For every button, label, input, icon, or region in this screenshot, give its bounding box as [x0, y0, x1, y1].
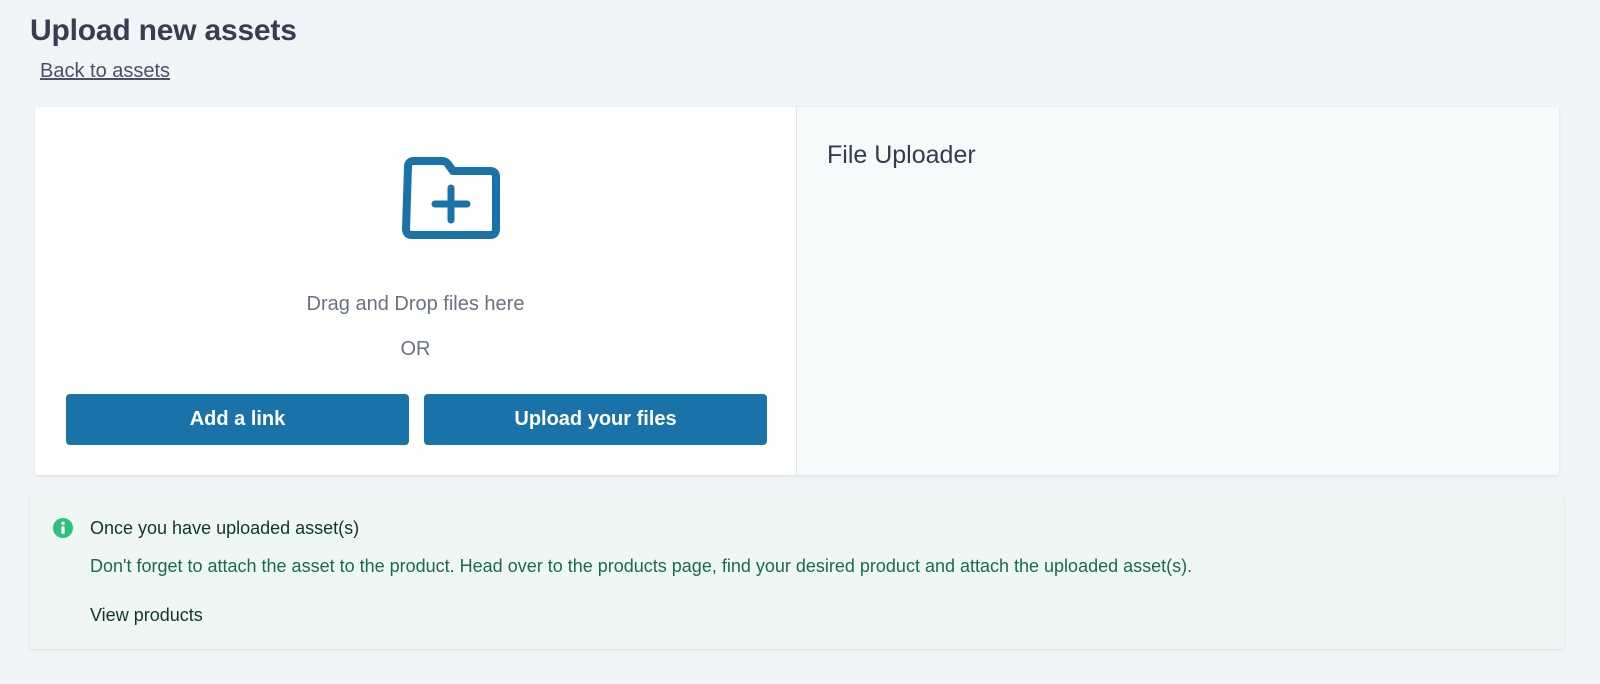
upload-assets-page: Upload new assets Back to assets Drag an… [0, 0, 1600, 684]
drag-drop-text: Drag and Drop files here [306, 293, 525, 315]
file-uploader-panel: File Uploader [797, 107, 1559, 475]
or-separator-text: OR [400, 338, 431, 360]
page-title: Upload new assets [30, 14, 297, 47]
dropzone[interactable]: Drag and Drop files here OR Add a link U… [35, 107, 797, 475]
info-heading: Once you have uploaded asset(s) [90, 518, 360, 538]
upload-files-button[interactable]: Upload your files [424, 394, 767, 445]
info-body-text: Don't forget to attach the asset to the … [90, 556, 1193, 576]
info-notice: Once you have uploaded asset(s) Don't fo… [30, 495, 1564, 649]
folder-plus-icon [402, 157, 500, 239]
upload-card: Drag and Drop files here OR Add a link U… [35, 107, 1559, 475]
view-products-link[interactable]: View products [90, 605, 203, 626]
back-to-assets-link[interactable]: Back to assets [40, 60, 170, 83]
add-link-button[interactable]: Add a link [66, 394, 409, 445]
file-uploader-title: File Uploader [827, 141, 976, 169]
info-icon [53, 518, 73, 538]
